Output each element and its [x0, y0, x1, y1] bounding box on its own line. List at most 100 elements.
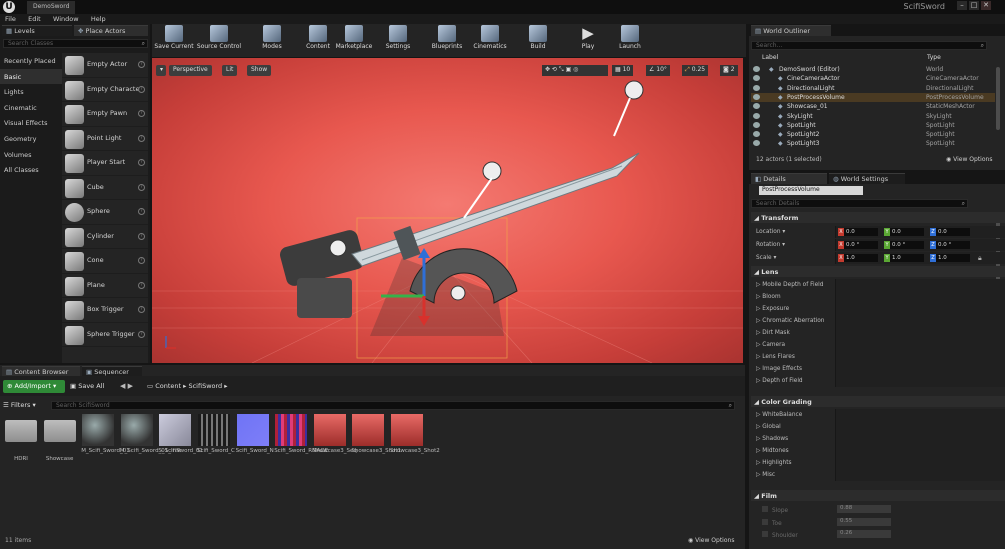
outliner-row[interactable]: ◆ SpotLight2 SpotLight	[751, 130, 995, 139]
property-group-row[interactable]: ▷ Dirt Mask	[751, 327, 835, 339]
maximize-button[interactable]: □	[969, 1, 979, 10]
help-icon[interactable]: ?	[138, 85, 145, 93]
column-label-header[interactable]: Label	[762, 54, 778, 61]
location-y-field[interactable]: Y 0.0	[884, 228, 924, 236]
visibility-eye-icon[interactable]	[753, 140, 760, 147]
marketplace-button[interactable]: Marketplace	[334, 25, 374, 55]
actor-item-player-start[interactable]: Player Start?	[62, 151, 148, 176]
tab-world-outliner[interactable]: ▤ World Outliner	[751, 25, 831, 36]
help-icon[interactable]: ?	[138, 134, 145, 142]
film-property-value[interactable]: 0.55	[837, 517, 891, 526]
asset-tile[interactable]: Showcase3_Seq	[313, 414, 357, 466]
section-film[interactable]: ◢ Film	[751, 490, 1005, 501]
property-group-row[interactable]: ▷ Mobile Depth of Field	[751, 279, 835, 291]
tab-details[interactable]: ◧ Details	[751, 173, 827, 184]
tab-world-settings[interactable]: ◍ World Settings	[829, 173, 905, 184]
actor-item-plane[interactable]: Plane?	[62, 274, 148, 298]
outliner-row[interactable]: ◆ Showcase_01 StaticMeshActor	[751, 102, 995, 111]
category-basic[interactable]: Basic	[0, 68, 62, 85]
property-group-row[interactable]: ▷ Depth of Field	[751, 375, 835, 387]
category-visual-effects[interactable]: Visual Effects	[0, 115, 62, 131]
build-button[interactable]: Build	[522, 25, 554, 55]
source-control-button[interactable]: Source Control	[196, 25, 242, 55]
scale-z-field[interactable]: Z 1.0	[930, 254, 970, 262]
property-group-row[interactable]: ▷ Midtones	[751, 445, 835, 457]
play-button[interactable]: ▶ Play	[572, 25, 604, 55]
asset-tile[interactable]: Scifi_Sword_C	[197, 414, 235, 466]
location-x-field[interactable]: X 0.0	[838, 228, 878, 236]
property-group-row[interactable]: ▷ Image Effects	[751, 363, 835, 375]
help-icon[interactable]: ?	[138, 330, 145, 338]
film-property-value[interactable]: 0.88	[837, 505, 891, 513]
actor-item-sphere[interactable]: Sphere?	[62, 200, 148, 225]
save-current-button[interactable]: Save Current	[154, 25, 194, 55]
section-transform[interactable]: ◢ Transform	[751, 212, 1005, 223]
close-button[interactable]: ✕	[981, 1, 991, 10]
tab-levels[interactable]: ▦ Levels	[2, 25, 72, 36]
spotlight3-icon[interactable]	[329, 239, 347, 257]
camera-speed-control[interactable]: ◙ 2	[720, 65, 738, 76]
transform-mode-buttons[interactable]: ✥ ⟲ ⤡ ▣ ◎	[542, 65, 608, 76]
rotation-snap-control[interactable]: ∠ 10°	[646, 65, 670, 76]
outliner-row[interactable]: ◆ CineCameraActor CineCameraActor	[751, 74, 995, 83]
help-icon[interactable]: ?	[138, 61, 145, 68]
grid-snap-control[interactable]: ▦ 10	[612, 65, 634, 76]
asset-tile[interactable]: Showcase3_Shot1	[351, 414, 401, 466]
scale-label[interactable]: Scale ▾	[751, 252, 835, 264]
unreal-logo-icon[interactable]: U	[3, 1, 15, 13]
outliner-scrollbar[interactable]	[996, 67, 1000, 130]
film-property-label[interactable]: Toe	[751, 516, 835, 528]
category-recently-placed[interactable]: Recently Placed	[0, 53, 62, 69]
breadcrumb-scifisword[interactable]: ScifiSword	[188, 382, 222, 390]
outliner-row[interactable]: ◆ SpotLight SpotLight	[751, 121, 995, 130]
outliner-row[interactable]: ◆ SpotLight3 SpotLight	[751, 139, 995, 148]
lock-icon[interactable]: 🔒︎	[978, 254, 982, 263]
scale-snap-control[interactable]: ⤢ 0.25	[682, 65, 709, 76]
column-type-header[interactable]: Type	[927, 54, 941, 61]
menu-edit[interactable]: Edit	[23, 14, 46, 24]
help-icon[interactable]: ?	[138, 232, 145, 240]
checkbox[interactable]	[762, 518, 768, 525]
property-group-row[interactable]: ▷ WhiteBalance	[751, 409, 835, 421]
lit-button[interactable]: Lit	[222, 65, 238, 76]
visibility-eye-icon[interactable]	[753, 103, 760, 110]
property-group-row[interactable]: ▷ Exposure	[751, 303, 835, 315]
category-volumes[interactable]: Volumes	[0, 147, 62, 163]
actor-name-field[interactable]: PostProcessVolume	[759, 186, 863, 195]
property-group-row[interactable]: ▷ Highlights	[751, 457, 835, 469]
outliner-row[interactable]: ◆ PostProcessVolume PostProcessVolume	[751, 92, 995, 103]
asset-tile[interactable]: Showcase3_Shot2	[390, 414, 440, 466]
category-lights[interactable]: Lights	[0, 84, 62, 100]
film-property-label[interactable]: Shoulder	[751, 528, 835, 540]
filters-button[interactable]: ☰ Filters ▾	[3, 401, 36, 409]
property-group-row[interactable]: ▷ Bloom	[751, 291, 835, 303]
menu-help[interactable]: Help	[86, 14, 111, 24]
rotation-x-field[interactable]: X 0.0 °	[838, 241, 878, 249]
asset-tile[interactable]: HDRI	[4, 414, 38, 466]
viewport-options-button[interactable]: ▾	[156, 65, 166, 76]
actor-item-empty-actor[interactable]: Empty Actor?	[62, 53, 148, 78]
menu-window[interactable]: Window	[48, 14, 84, 24]
visibility-eye-icon[interactable]	[753, 75, 760, 82]
scale-y-field[interactable]: Y 1.0	[884, 254, 924, 262]
property-group-row[interactable]: ▷ Misc	[751, 469, 835, 481]
spotlight2-icon[interactable]	[613, 80, 644, 137]
section-lens[interactable]: ◢ Lens	[751, 266, 1005, 277]
actor-item-empty-character[interactable]: Empty Characte?	[62, 78, 148, 102]
help-icon[interactable]: ?	[138, 281, 145, 289]
checkbox[interactable]	[762, 531, 768, 537]
actor-item-cone[interactable]: Cone?	[62, 249, 148, 274]
property-group-row[interactable]: ▷ Chromatic Aberration	[751, 315, 835, 327]
actor-item-point-light[interactable]: Point Light?	[62, 127, 148, 151]
search-assets-input[interactable]: Search ScifiSword ⌕	[51, 401, 735, 410]
rotation-label[interactable]: Rotation ▾	[751, 239, 835, 251]
visibility-eye-icon[interactable]	[753, 66, 760, 72]
show-button[interactable]: Show	[247, 65, 272, 76]
help-icon[interactable]: ?	[138, 110, 145, 117]
visibility-eye-icon[interactable]	[753, 131, 760, 138]
scale-x-field[interactable]: X 1.0	[838, 254, 878, 262]
outliner-row[interactable]: ◆ DemoSword (Editor) World	[751, 65, 995, 74]
history-nav-buttons[interactable]: ◀ ▶	[120, 382, 133, 390]
film-property-value[interactable]: 0.26	[837, 530, 891, 538]
property-group-row[interactable]: ▷ Camera	[751, 339, 835, 351]
